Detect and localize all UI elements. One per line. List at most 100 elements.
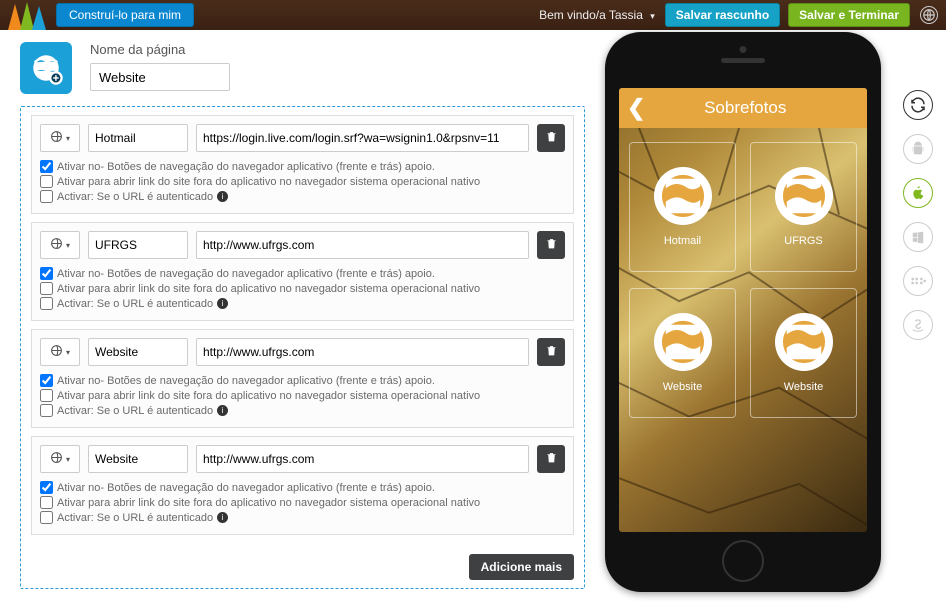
preview-tile[interactable]: Hotmail	[629, 142, 736, 272]
trash-icon	[545, 344, 558, 360]
item-url-input[interactable]	[196, 124, 529, 152]
language-globe-icon[interactable]	[920, 6, 938, 24]
build-for-me-button[interactable]: Construí-lo para mim	[56, 3, 194, 27]
nav-buttons-label: Ativar no- Botões de navegação do navega…	[57, 268, 435, 280]
external-browser-label: Ativar para abrir link do site fora do a…	[57, 497, 480, 509]
apple-icon[interactable]	[903, 178, 933, 208]
phone-camera-dot	[740, 46, 747, 53]
add-more-button[interactable]: Adicione mais	[469, 554, 574, 580]
item-name-input[interactable]	[88, 338, 188, 366]
auth-url-label: Activar: Se o URL é autenticado	[57, 191, 213, 203]
save-finish-button[interactable]: Salvar e Terminar	[788, 3, 910, 27]
globe-icon	[50, 237, 63, 253]
android-icon[interactable]	[903, 134, 933, 164]
item-name-input[interactable]	[88, 124, 188, 152]
item-url-input[interactable]	[196, 231, 529, 259]
tile-label: Website	[784, 381, 824, 393]
tile-label: UFRGS	[784, 235, 823, 247]
phone-screen: ❮ Sobrefotos	[619, 88, 867, 532]
website-item: ▾ Ativar no- Botões de navegação do nave…	[31, 436, 574, 535]
nav-buttons-label: Ativar no- Botões de navegação do navega…	[57, 375, 435, 387]
phone-home-button	[722, 540, 764, 582]
caret-down-icon: ▾	[66, 348, 70, 357]
external-browser-label: Ativar para abrir link do site fora do a…	[57, 283, 480, 295]
save-draft-button[interactable]: Salvar rascunho	[665, 3, 780, 27]
delete-item-button[interactable]	[537, 338, 565, 366]
welcome-user-dropdown[interactable]: Bem vindo/a Tassia ▾	[539, 8, 655, 22]
platform-rail	[903, 90, 933, 340]
item-icon-picker[interactable]: ▾	[40, 338, 80, 366]
globe-icon	[654, 167, 712, 225]
external-browser-checkbox[interactable]	[40, 175, 53, 188]
external-browser-checkbox[interactable]	[40, 389, 53, 402]
trash-icon	[545, 130, 558, 146]
globe-icon	[654, 313, 712, 371]
auth-url-label: Activar: Se o URL é autenticado	[57, 405, 213, 417]
item-icon-picker[interactable]: ▾	[40, 445, 80, 473]
info-icon[interactable]: i	[217, 191, 228, 202]
trash-icon	[545, 451, 558, 467]
welcome-text: Bem vindo/a Tassia	[539, 8, 643, 22]
preview-title: Sobrefotos	[653, 98, 837, 118]
globe-icon	[50, 451, 63, 467]
tile-label: Hotmail	[664, 235, 701, 247]
item-icon-picker[interactable]: ▾	[40, 124, 80, 152]
auth-url-checkbox[interactable]	[40, 297, 53, 310]
header-bar: Construí-lo para mim Bem vindo/a Tassia …	[0, 0, 946, 30]
nav-buttons-checkbox[interactable]	[40, 160, 53, 173]
website-item: ▾ Ativar no- Botões de navegação do nave…	[31, 222, 574, 321]
preview-app-header: ❮ Sobrefotos	[619, 88, 867, 128]
item-url-input[interactable]	[196, 338, 529, 366]
info-icon[interactable]: i	[217, 298, 228, 309]
item-name-input[interactable]	[88, 445, 188, 473]
auth-url-label: Activar: Se o URL é autenticado	[57, 512, 213, 524]
globe-icon	[50, 130, 63, 146]
external-browser-checkbox[interactable]	[40, 496, 53, 509]
delete-item-button[interactable]	[537, 445, 565, 473]
item-url-input[interactable]	[196, 445, 529, 473]
auth-url-checkbox[interactable]	[40, 190, 53, 203]
delete-item-button[interactable]	[537, 124, 565, 152]
trash-icon	[545, 237, 558, 253]
item-icon-picker[interactable]: ▾	[40, 231, 80, 259]
nav-buttons-checkbox[interactable]	[40, 481, 53, 494]
windows-icon[interactable]	[903, 222, 933, 252]
globe-icon	[775, 167, 833, 225]
back-chevron-icon[interactable]: ❮	[627, 95, 645, 121]
nav-buttons-checkbox[interactable]	[40, 267, 53, 280]
info-icon[interactable]: i	[217, 405, 228, 416]
preview-pane: ❮ Sobrefotos	[605, 30, 905, 606]
nav-buttons-checkbox[interactable]	[40, 374, 53, 387]
page-name-label: Nome da página	[90, 42, 230, 57]
preview-tile[interactable]: UFRGS	[750, 142, 857, 272]
external-browser-label: Ativar para abrir link do site fora do a…	[57, 390, 480, 402]
website-item: ▾ Ativar no- Botões de navegação do nave…	[31, 115, 574, 214]
page-type-globe-icon	[20, 42, 72, 94]
phone-frame: ❮ Sobrefotos	[605, 32, 881, 592]
page-name-input[interactable]	[90, 63, 230, 91]
preview-tile[interactable]: Website	[750, 288, 857, 418]
preview-tile[interactable]: Website	[629, 288, 736, 418]
app-logo	[8, 0, 50, 30]
phone-speaker	[721, 58, 765, 63]
item-name-input[interactable]	[88, 231, 188, 259]
auth-url-checkbox[interactable]	[40, 404, 53, 417]
delete-item-button[interactable]	[537, 231, 565, 259]
website-item: ▾ Ativar no- Botões de navegação do nave…	[31, 329, 574, 428]
amazon-icon[interactable]	[903, 310, 933, 340]
info-icon[interactable]: i	[217, 512, 228, 523]
caret-down-icon: ▾	[66, 455, 70, 464]
editor-pane: Nome da página ▾	[0, 30, 605, 606]
nav-buttons-label: Ativar no- Botões de navegação do navega…	[57, 482, 435, 494]
preview-tiles-grid: Hotmail UFRGS Website	[619, 128, 867, 432]
tile-label: Website	[663, 381, 703, 393]
caret-down-icon: ▾	[650, 11, 655, 21]
auth-url-checkbox[interactable]	[40, 511, 53, 524]
page-header: Nome da página	[20, 42, 585, 94]
caret-down-icon: ▾	[66, 134, 70, 143]
blackberry-icon[interactable]	[903, 266, 933, 296]
external-browser-checkbox[interactable]	[40, 282, 53, 295]
sync-icon[interactable]	[903, 90, 933, 120]
nav-buttons-label: Ativar no- Botões de navegação do navega…	[57, 161, 435, 173]
auth-url-label: Activar: Se o URL é autenticado	[57, 298, 213, 310]
